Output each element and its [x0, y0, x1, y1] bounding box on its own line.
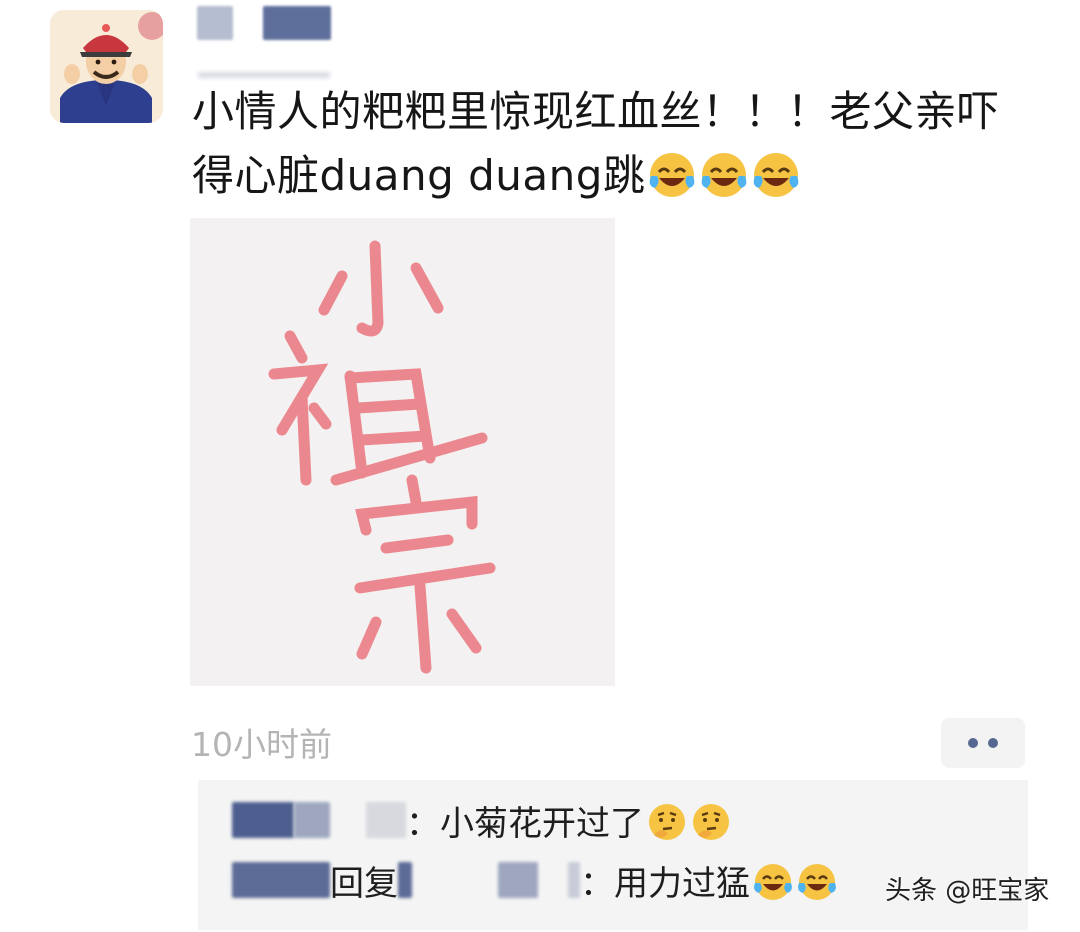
watermark: 头条 @旺宝家: [885, 876, 1050, 906]
post-image[interactable]: [190, 218, 615, 686]
reply-target-blur[interactable]: [398, 862, 412, 898]
laughing-crying-face-icon: [650, 153, 695, 197]
commenter-name-blur[interactable]: [294, 802, 330, 838]
reply-label: 回复: [330, 863, 398, 904]
comment-text: ：用力过猛: [580, 856, 838, 905]
commenter-name-blur[interactable]: [232, 862, 330, 898]
comment-reply-item[interactable]: 回复 ：用力过猛: [198, 850, 838, 910]
thinking-face-icon: [693, 803, 729, 840]
reply-target-blur[interactable]: [498, 862, 538, 898]
comment-section: ：小菊花开过了 回复 ：用力过猛: [198, 780, 1028, 930]
reply-target-blur: [568, 862, 580, 898]
laughing-crying-face-icon: [754, 863, 792, 900]
laughing-crying-face-icon: [798, 863, 836, 900]
thinking-face-icon: [649, 803, 685, 840]
handwritten-characters-illustration: [268, 240, 496, 674]
avatar-illustration: [50, 10, 163, 123]
blur-artifact: [198, 72, 330, 78]
post-text-content: 小情人的粑粑里惊现红血丝！！！老父亲吓得心脏duang duang跳: [192, 87, 1000, 200]
commenter-name-blur[interactable]: [232, 802, 294, 838]
commenter-name-blur: [366, 802, 406, 838]
comment-text-content: ：用力过猛: [580, 863, 750, 904]
more-options-button[interactable]: [941, 718, 1025, 768]
laughing-crying-face-icon: [754, 153, 799, 197]
comment-item[interactable]: ：小菊花开过了: [198, 790, 732, 850]
more-dot-icon: [968, 738, 978, 748]
laughing-crying-face-icon: [702, 153, 747, 197]
post-text: 小情人的粑粑里惊现红血丝！！！老父亲吓得心脏duang duang跳: [192, 80, 1032, 208]
comment-text-content: ：小菊花开过了: [406, 803, 644, 844]
post-timestamp: 10小时前: [191, 725, 332, 764]
username-blur[interactable]: [263, 6, 331, 40]
avatar[interactable]: [50, 10, 163, 123]
username-blur[interactable]: [197, 6, 233, 40]
comment-text: ：小菊花开过了: [406, 796, 732, 845]
more-dot-icon: [988, 738, 998, 748]
